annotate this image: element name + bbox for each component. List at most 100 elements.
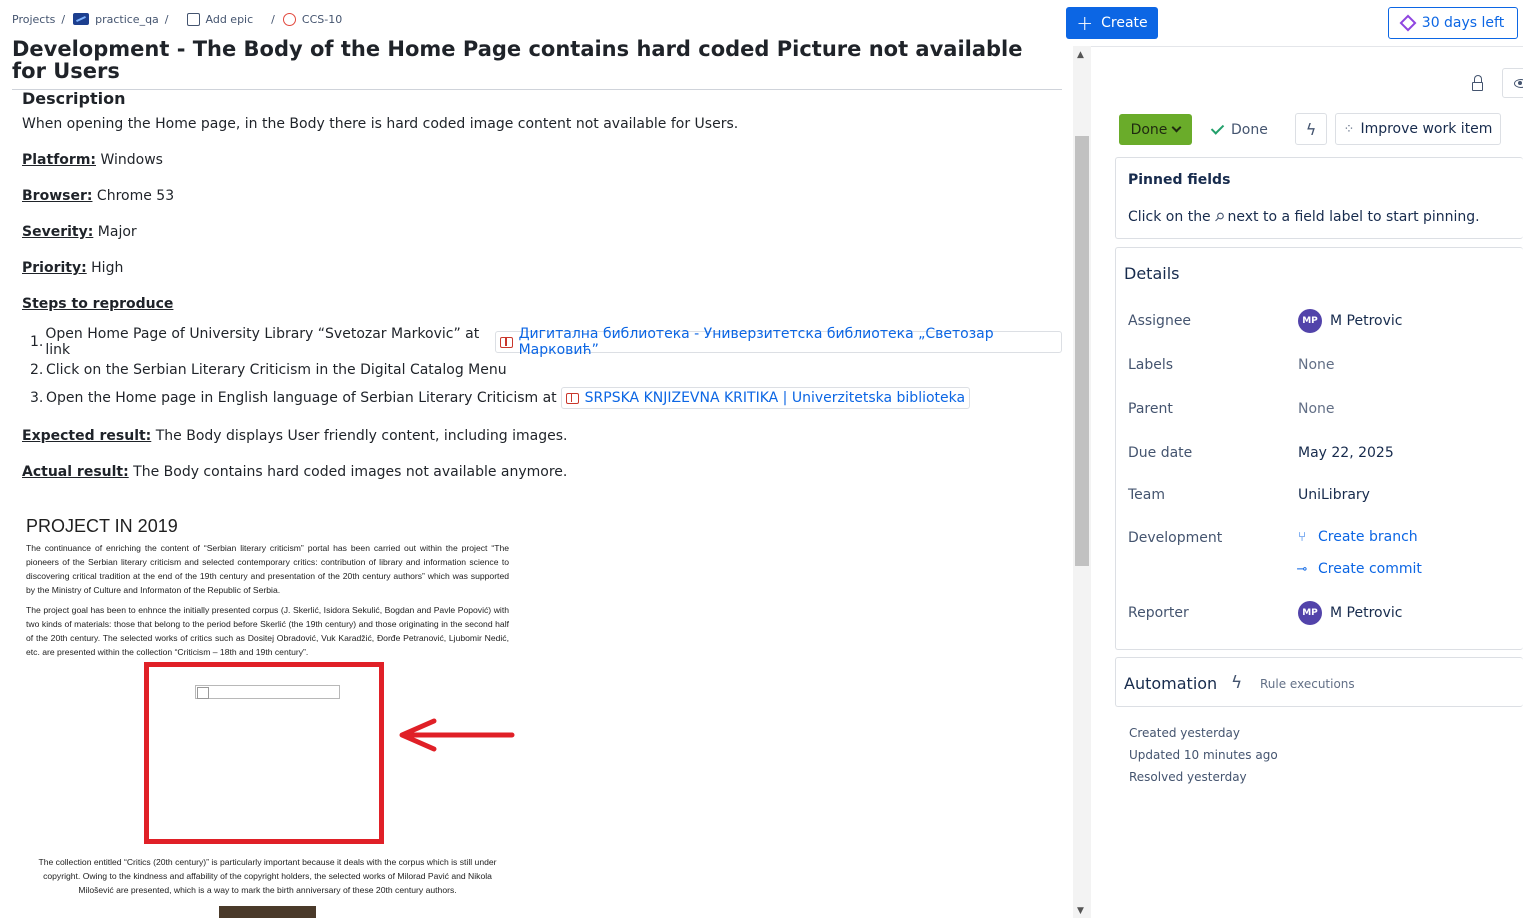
pinned-hint-text: next to a field label to start pinning.: [1227, 209, 1480, 225]
breadcrumb-separator: /: [164, 12, 169, 26]
improve-work-item-button[interactable]: ⁘ Improve work item: [1335, 113, 1501, 145]
pinned-hint-text: Click on the: [1128, 209, 1211, 225]
lightning-icon: ϟ: [1231, 673, 1243, 693]
attachment-image[interactable]: PROJECT IN 2019 The continuance of enric…: [22, 510, 517, 918]
lock-icon: [1471, 74, 1483, 91]
lightning-icon: ϟ: [1305, 119, 1317, 139]
labels-value[interactable]: None: [1298, 357, 1335, 373]
edit-icon: [186, 12, 200, 26]
trial-days-label: 30 days left: [1421, 15, 1505, 31]
actions-button[interactable]: ϟ: [1295, 113, 1327, 145]
field-label: Development: [1128, 530, 1223, 546]
field-team: Team UniLibrary: [1128, 485, 1518, 505]
avatar: MP: [1298, 601, 1322, 625]
pin-icon: ⚲: [1211, 208, 1228, 226]
create-button-label: Create: [1101, 15, 1148, 31]
breadcrumb-projects[interactable]: Projects: [12, 13, 55, 26]
field-assignee: Assignee MP M Petrovic: [1128, 309, 1518, 333]
expected-label: Expected result:: [22, 428, 152, 444]
chevron-down-icon: [1171, 122, 1182, 133]
smart-link[interactable]: Дигитална библиотека - Универзитетска би…: [495, 326, 1062, 358]
field-label: Due date: [1128, 445, 1193, 461]
breadcrumb: Projects / practice_qa / Add epic / CCS-…: [12, 10, 342, 28]
create-branch-label: Create branch: [1318, 529, 1418, 545]
team-value[interactable]: UniLibrary: [1298, 487, 1370, 503]
step-text: Open the Home page in English language o…: [46, 390, 557, 406]
rule-executions-link[interactable]: Rule executions: [1260, 677, 1355, 691]
resolution-label: Done: [1231, 121, 1268, 138]
list-item: 2. Click on the Serbian Literary Critici…: [22, 356, 1062, 384]
breadcrumb-add-epic[interactable]: Add epic: [186, 12, 254, 26]
smart-link-label: SRPSKA KNJIZEVNA KRITIKA | Univerzitetsk…: [584, 390, 966, 406]
plus-icon: +: [1076, 11, 1094, 35]
sparkle-icon: ⁘: [1343, 121, 1355, 137]
automation-card[interactable]: Automation ϟ Rule executions: [1115, 657, 1523, 707]
breadcrumb-epic-label: Add epic: [205, 12, 254, 26]
resolved-timestamp: Resolved yesterday: [1129, 770, 1247, 784]
platform-line: Platform: Windows: [22, 151, 1062, 169]
priority-label: Priority:: [22, 260, 87, 276]
attachment-paragraph: The project goal has been to enhnce the …: [26, 605, 509, 657]
create-commit-link[interactable]: ⊸ Create commit: [1296, 559, 1496, 579]
pinned-fields-title: Pinned fields: [1128, 172, 1231, 188]
commit-icon: ⊸: [1296, 561, 1308, 577]
step-text: Open Home Page of University Library “Sv…: [45, 326, 480, 358]
smart-link[interactable]: SRPSKA KNJIZEVNA KRITIKA | Univerzitetsk…: [560, 387, 971, 409]
divider: [1091, 46, 1523, 47]
create-button[interactable]: + Create: [1066, 7, 1158, 39]
reporter-name: M Petrovic: [1330, 605, 1403, 621]
field-label: Team: [1128, 487, 1166, 503]
due-date-value[interactable]: May 22, 2025: [1298, 445, 1394, 461]
attachment-heading: PROJECT IN 2019: [26, 516, 178, 536]
issue-title[interactable]: Development - The Body of the Home Page …: [12, 38, 1052, 82]
status-dropdown[interactable]: Done: [1119, 114, 1192, 145]
improve-label: Improve work item: [1360, 121, 1493, 137]
severity-label: Severity:: [22, 224, 94, 240]
annotation-arrow-icon: [399, 718, 515, 752]
browser-label: Browser:: [22, 188, 93, 204]
scroll-up-icon[interactable]: ▲: [1077, 50, 1084, 60]
updated-timestamp[interactable]: Updated 10 minutes ago: [1129, 748, 1278, 762]
field-parent: Parent None: [1128, 399, 1518, 419]
expected-value: The Body displays User friendly content,…: [155, 428, 568, 444]
trial-days-button[interactable]: 30 days left: [1388, 7, 1518, 39]
field-label: Reporter: [1128, 605, 1189, 621]
parent-value[interactable]: None: [1298, 401, 1335, 417]
scrollbar-thumb[interactable]: [1075, 136, 1089, 566]
scroll-down-icon[interactable]: ▼: [1077, 906, 1084, 916]
pinned-fields-hint: Click on the ⚲ next to a field label to …: [1128, 209, 1480, 225]
breadcrumb-issue[interactable]: CCS-10: [282, 12, 342, 26]
step-text: Click on the Serbian Literary Criticism …: [46, 362, 507, 378]
description-heading: Description: [22, 89, 126, 108]
actual-line: Actual result: The Body contains hard co…: [22, 463, 1062, 481]
create-commit-label: Create commit: [1318, 561, 1422, 577]
field-label: Parent: [1128, 401, 1173, 417]
field-reporter: Reporter MP M Petrovic: [1128, 601, 1518, 625]
list-item: 1. Open Home Page of University Library …: [22, 326, 1062, 358]
assignee-value[interactable]: MP M Petrovic: [1298, 309, 1402, 333]
steps-list: 1. Open Home Page of University Library …: [22, 326, 1062, 412]
project-avatar-icon: [73, 13, 90, 25]
platform-value: Windows: [100, 152, 163, 168]
assignee-name: M Petrovic: [1330, 313, 1403, 329]
breadcrumb-separator: /: [271, 12, 275, 26]
details-card: Details Assignee MP M Petrovic Labels No…: [1115, 247, 1523, 650]
field-label: Assignee: [1128, 313, 1192, 329]
bug-icon: [282, 12, 296, 26]
watch-button[interactable]: [1502, 68, 1523, 98]
step-number: 2.: [30, 362, 44, 378]
lock-button[interactable]: [1466, 72, 1488, 94]
diamond-icon: [1399, 14, 1417, 32]
book-icon: [500, 336, 513, 348]
details-title[interactable]: Details: [1124, 264, 1179, 283]
description-section[interactable]: Description When opening the Home page, …: [22, 90, 1062, 481]
attachment-paragraph: The continuance of enriching the content…: [26, 543, 509, 595]
actual-value: The Body contains hard coded images not …: [133, 464, 568, 480]
eye-icon: [1514, 78, 1523, 88]
breadcrumb-project[interactable]: practice_qa: [73, 13, 159, 26]
create-branch-link[interactable]: ⑂ Create branch: [1296, 527, 1496, 547]
list-item: 3. Open the Home page in English languag…: [22, 384, 1062, 412]
reporter-value[interactable]: MP M Petrovic: [1298, 601, 1402, 625]
created-timestamp: Created yesterday: [1129, 726, 1240, 740]
severity-line: Severity: Major: [22, 223, 1062, 241]
